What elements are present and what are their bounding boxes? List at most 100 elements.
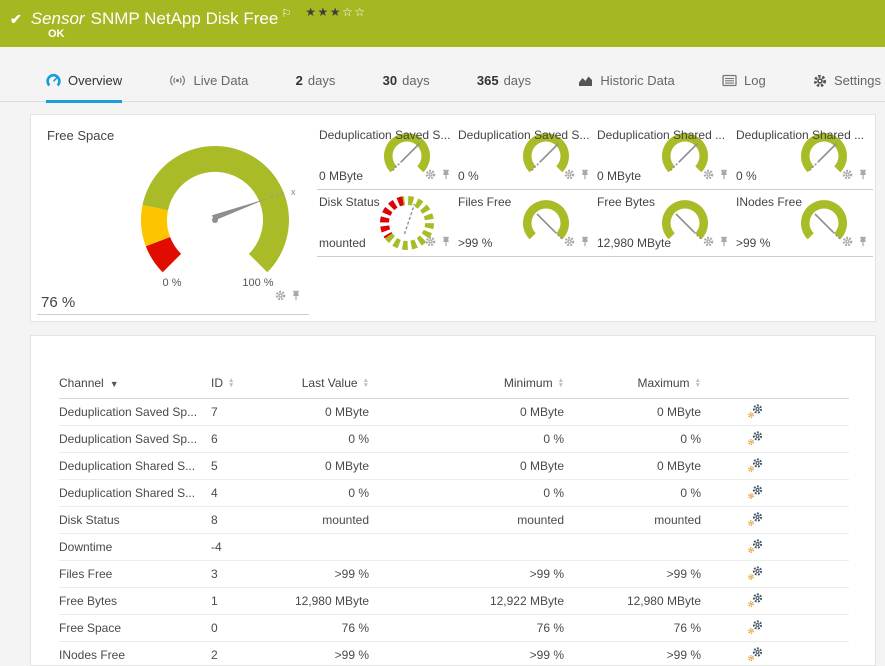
pin-icon[interactable]: [719, 167, 729, 185]
cell-id: -4: [211, 534, 269, 561]
channel-settings-icon[interactable]: [747, 646, 764, 665]
cell-channel: INodes Free: [59, 642, 211, 666]
gear-icon[interactable]: [842, 234, 853, 252]
pin-icon[interactable]: [719, 234, 729, 252]
gauge-title: Deduplication Saved S...: [319, 128, 453, 142]
tab-number: 365: [477, 73, 499, 88]
gauge-actions: [564, 234, 590, 252]
pin-icon[interactable]: [441, 167, 451, 185]
cell-channel: Deduplication Saved Sp...: [59, 426, 211, 453]
pin-icon[interactable]: [441, 234, 451, 252]
table-row: Deduplication Shared S... 5 0 MByte 0 MB…: [59, 453, 849, 480]
gear-icon[interactable]: [275, 288, 286, 306]
cell-last-value: 0 MByte: [269, 399, 369, 426]
gear-icon[interactable]: [425, 234, 436, 252]
gauge-cell-4: Disk Status mounted: [317, 190, 456, 257]
gear-icon[interactable]: [703, 234, 714, 252]
column-header-last[interactable]: Last Value▲▼: [269, 368, 369, 399]
gauge-title: Deduplication Saved S...: [458, 128, 592, 142]
cell-channel: Free Space: [59, 615, 211, 642]
gauge-cell-5: Files Free >99 %: [456, 190, 595, 257]
tab-log[interactable]: Log: [722, 73, 766, 103]
cell-maximum: >99 %: [564, 561, 701, 588]
tab-label: Log: [744, 73, 766, 88]
tab-live-data[interactable]: Live Data: [169, 73, 248, 103]
channel-settings-icon[interactable]: [747, 511, 764, 530]
channel-settings-icon[interactable]: [747, 538, 764, 557]
cell-maximum: [564, 534, 701, 561]
column-header-max[interactable]: Maximum▲▼: [564, 368, 701, 399]
sort-icon[interactable]: ▲▼: [558, 378, 564, 388]
column-header-min[interactable]: Minimum▲▼: [369, 368, 564, 399]
cell-minimum: 0 %: [369, 426, 564, 453]
column-header-actions: [701, 368, 809, 399]
tab-label: days: [308, 73, 335, 88]
channel-settings-icon[interactable]: [747, 403, 764, 422]
cell-channel: Disk Status: [59, 507, 211, 534]
cell-last-value: 76 %: [269, 615, 369, 642]
object-kind-label: Sensor: [31, 9, 85, 29]
channels-table: Channel▼ID▲▼Last Value▲▼Minimum▲▼Maximum…: [59, 368, 849, 666]
channels-panel: Channel▼ID▲▼Last Value▲▼Minimum▲▼Maximum…: [30, 335, 876, 666]
gauge-value: >99 %: [736, 236, 770, 250]
gauge-actions: [564, 167, 590, 185]
cell-minimum: 76 %: [369, 615, 564, 642]
tab-overview[interactable]: Overview: [46, 73, 122, 103]
gauge-value: 0 %: [736, 169, 757, 183]
priority-stars[interactable]: ★★★☆☆: [305, 5, 366, 19]
cell-last-value: >99 %: [269, 561, 369, 588]
sort-icon[interactable]: ▲▼: [363, 378, 369, 388]
channel-settings-icon[interactable]: [747, 484, 764, 503]
channel-settings-icon[interactable]: [747, 592, 764, 611]
gauge-cell-2: Deduplication Shared ... 0 MByte: [595, 123, 734, 190]
gauge-title: INodes Free: [736, 195, 870, 209]
pin-icon[interactable]: [580, 167, 590, 185]
pin-icon[interactable]: [858, 167, 868, 185]
column-header-id[interactable]: ID▲▼: [211, 368, 269, 399]
tab-label: days: [402, 73, 429, 88]
cell-channel: Deduplication Shared S...: [59, 480, 211, 507]
gauge-cell-7: INodes Free >99 %: [734, 190, 873, 257]
pin-icon[interactable]: [291, 288, 301, 306]
sort-icon[interactable]: ▲▼: [228, 378, 234, 388]
cell-minimum: >99 %: [369, 561, 564, 588]
cell-last-value: mounted: [269, 507, 369, 534]
gauge-value: 0 MByte: [319, 169, 363, 183]
gear-icon: [813, 74, 827, 88]
tab-365-days[interactable]: 365days: [477, 73, 531, 103]
cell-minimum: mounted: [369, 507, 564, 534]
cell-minimum: [369, 534, 564, 561]
channel-settings-icon[interactable]: [747, 619, 764, 638]
pin-icon[interactable]: [580, 234, 590, 252]
channel-settings-icon[interactable]: [747, 457, 764, 476]
gear-icon[interactable]: [564, 167, 575, 185]
tab-number: 30: [383, 73, 397, 88]
gauge-actions: [425, 167, 451, 185]
gauge-cell-1: Deduplication Saved S... 0 %: [456, 123, 595, 190]
column-header-channel[interactable]: Channel▼: [59, 368, 211, 399]
tab-settings[interactable]: Settings: [813, 73, 881, 103]
cell-last-value: 0 %: [269, 480, 369, 507]
gear-icon[interactable]: [425, 167, 436, 185]
check-icon: ✔: [10, 11, 22, 28]
pin-icon[interactable]: [858, 234, 868, 252]
log-icon: [722, 74, 737, 87]
gear-icon[interactable]: [564, 234, 575, 252]
tab-30-days[interactable]: 30 days: [383, 73, 430, 103]
channel-settings-icon[interactable]: [747, 430, 764, 449]
sort-desc-icon[interactable]: ▼: [110, 379, 119, 389]
cell-minimum: >99 %: [369, 642, 564, 666]
gauge-needle: [212, 199, 267, 221]
tab-historic-data[interactable]: Historic Data: [578, 73, 674, 103]
gauge-title: Deduplication Shared ...: [597, 128, 731, 142]
flag-icon[interactable]: ⚐: [281, 7, 291, 20]
cell-maximum: mounted: [564, 507, 701, 534]
tab-2-days[interactable]: 2days: [296, 73, 336, 103]
table-row: Disk Status 8 mounted mounted mounted: [59, 507, 849, 534]
channel-settings-icon[interactable]: [747, 565, 764, 584]
gear-icon[interactable]: [842, 167, 853, 185]
cell-maximum: 0 MByte: [564, 399, 701, 426]
gear-icon[interactable]: [703, 167, 714, 185]
sort-icon[interactable]: ▲▼: [695, 378, 701, 388]
table-row: Deduplication Saved Sp... 7 0 MByte 0 MB…: [59, 399, 849, 426]
